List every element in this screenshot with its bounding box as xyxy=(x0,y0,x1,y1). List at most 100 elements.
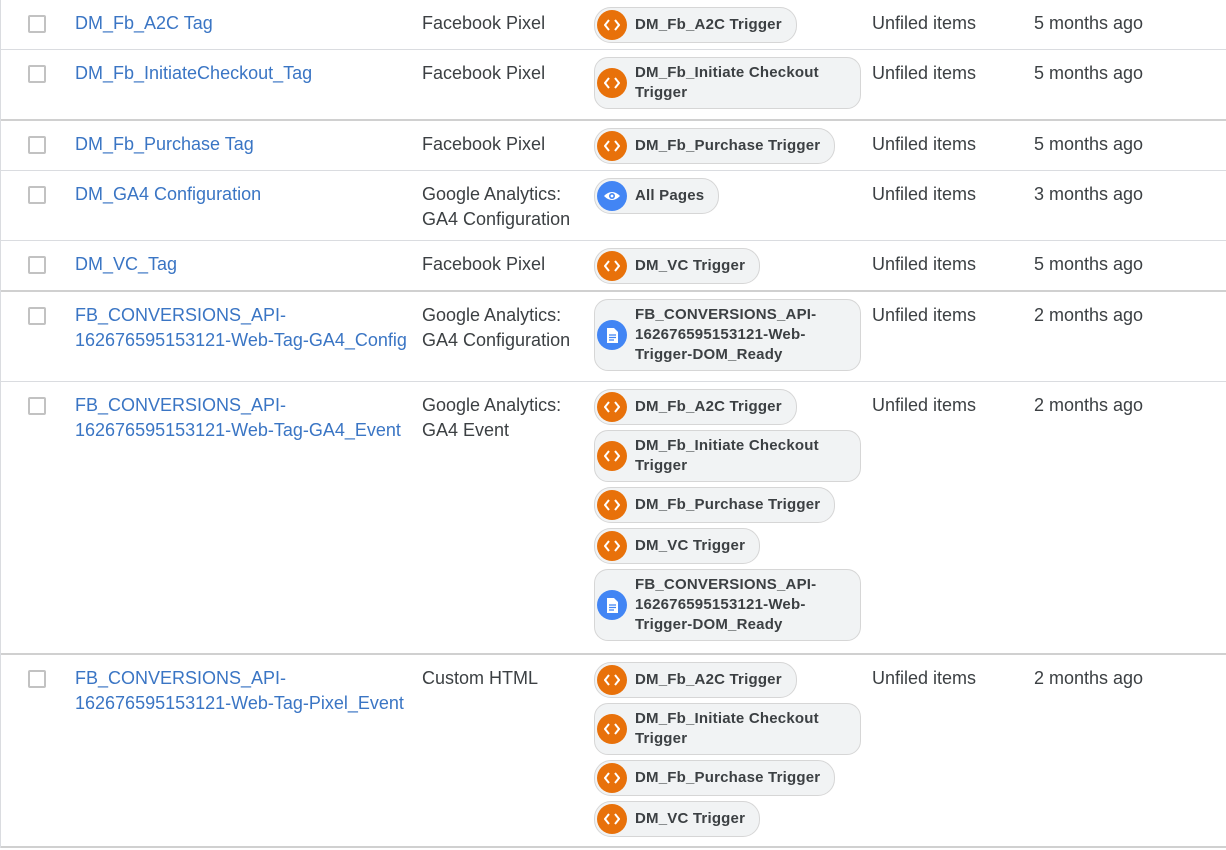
firing-triggers: DM_VC Trigger xyxy=(594,248,864,289)
last-edited: 3 months ago xyxy=(1034,184,1144,204)
firing-triggers: DM_Fb_A2C Trigger DM_Fb_Initiate Checkou… xyxy=(594,389,864,646)
last-edited: 5 months ago xyxy=(1034,63,1144,83)
trigger-label: DM_Fb_Initiate Checkout Trigger xyxy=(635,437,819,474)
tag-name-link[interactable]: DM_Fb_Purchase Tag xyxy=(75,132,415,157)
tag-name-link[interactable]: FB_CONVERSIONS_API-162676595153121-Web-T… xyxy=(75,393,415,443)
last-edited: 2 months ago xyxy=(1034,668,1144,688)
trigger-chip[interactable]: DM_VC Trigger xyxy=(594,248,761,284)
code-icon xyxy=(597,763,627,793)
table-row: DM_GA4 Configuration Google Analytics: G… xyxy=(1,171,1226,241)
trigger-chip[interactable]: DM_VC Trigger xyxy=(594,801,761,837)
code-icon xyxy=(597,531,627,561)
trigger-label: DM_VC Trigger xyxy=(635,537,746,554)
table-row: FB_CONVERSIONS_API-162676595153121-Web-T… xyxy=(1,292,1226,382)
trigger-label: DM_VC Trigger xyxy=(635,810,746,827)
last-edited: 2 months ago xyxy=(1034,305,1144,325)
firing-triggers: DM_Fb_A2C Trigger DM_Fb_Initiate Checkou… xyxy=(594,662,864,842)
code-icon xyxy=(597,392,627,422)
last-edited: 2 months ago xyxy=(1034,395,1144,415)
trigger-label: DM_Fb_Purchase Trigger xyxy=(635,137,821,154)
trigger-label: FB_CONVERSIONS_API-162676595153121-Web-T… xyxy=(635,576,817,633)
trigger-label: DM_Fb_Initiate Checkout Trigger xyxy=(635,710,819,747)
row-checkbox[interactable] xyxy=(28,256,46,274)
folder-label: Unfiled items xyxy=(872,184,977,204)
trigger-label: DM_Fb_Purchase Trigger xyxy=(635,769,821,786)
table-row: FB_CONVERSIONS_API-162676595153121-Web-T… xyxy=(1,655,1226,848)
trigger-label: DM_Fb_A2C Trigger xyxy=(635,16,782,33)
tag-type: Google Analytics: GA4 Configuration xyxy=(422,305,571,350)
code-icon xyxy=(597,441,627,471)
trigger-chip[interactable]: FB_CONVERSIONS_API-162676595153121-Web-T… xyxy=(594,569,861,641)
trigger-chip[interactable]: DM_Fb_Purchase Trigger xyxy=(594,760,836,796)
table-row: DM_VC_Tag Facebook Pixel DM_VC Trigger U… xyxy=(1,241,1226,292)
tag-name-link[interactable]: FB_CONVERSIONS_API-162676595153121-Web-T… xyxy=(75,666,415,716)
trigger-label: FB_CONVERSIONS_API-162676595153121-Web-T… xyxy=(635,306,817,363)
code-icon xyxy=(597,665,627,695)
folder-label: Unfiled items xyxy=(872,13,977,33)
firing-triggers: FB_CONVERSIONS_API-162676595153121-Web-T… xyxy=(594,299,864,376)
trigger-chip[interactable]: DM_Fb_Initiate Checkout Trigger xyxy=(594,430,861,482)
row-checkbox[interactable] xyxy=(28,397,46,415)
code-icon xyxy=(597,68,627,98)
trigger-label: All Pages xyxy=(635,187,705,204)
folder-label: Unfiled items xyxy=(872,63,977,83)
code-icon xyxy=(597,131,627,161)
tag-name-link[interactable]: FB_CONVERSIONS_API-162676595153121-Web-T… xyxy=(75,303,415,353)
table-row: DM_Fb_A2C Tag Facebook Pixel DM_Fb_A2C T… xyxy=(1,0,1226,50)
table-row: DM_Fb_Purchase Tag Facebook Pixel DM_Fb_… xyxy=(1,121,1226,171)
folder-label: Unfiled items xyxy=(872,305,977,325)
folder-label: Unfiled items xyxy=(872,395,977,415)
trigger-chip[interactable]: DM_VC Trigger xyxy=(594,528,761,564)
trigger-chip[interactable]: DM_Fb_Initiate Checkout Trigger xyxy=(594,57,861,109)
trigger-chip[interactable]: DM_Fb_Purchase Trigger xyxy=(594,487,836,523)
firing-triggers: DM_Fb_A2C Trigger xyxy=(594,7,864,48)
row-checkbox[interactable] xyxy=(28,65,46,83)
tag-name-link[interactable]: DM_Fb_InitiateCheckout_Tag xyxy=(75,61,415,86)
code-icon xyxy=(597,10,627,40)
folder-label: Unfiled items xyxy=(872,254,977,274)
last-edited: 5 months ago xyxy=(1034,134,1144,154)
trigger-label: DM_VC Trigger xyxy=(635,257,746,274)
table-row: DM_Fb_InitiateCheckout_Tag Facebook Pixe… xyxy=(1,50,1226,121)
trigger-chip[interactable]: FB_CONVERSIONS_API-162676595153121-Web-T… xyxy=(594,299,861,371)
tag-type: Custom HTML xyxy=(422,668,539,688)
trigger-label: DM_Fb_A2C Trigger xyxy=(635,398,782,415)
code-icon xyxy=(597,714,627,744)
trigger-label: DM_Fb_Purchase Trigger xyxy=(635,496,821,513)
document-icon xyxy=(597,590,627,620)
trigger-chip[interactable]: DM_Fb_Initiate Checkout Trigger xyxy=(594,703,861,755)
table-row: FB_CONVERSIONS_API-162676595153121-Web-T… xyxy=(1,382,1226,655)
code-icon xyxy=(597,490,627,520)
trigger-chip[interactable]: All Pages xyxy=(594,178,720,214)
tag-name-link[interactable]: DM_Fb_A2C Tag xyxy=(75,11,415,36)
trigger-label: DM_Fb_A2C Trigger xyxy=(635,671,782,688)
firing-triggers: DM_Fb_Purchase Trigger xyxy=(594,128,864,169)
trigger-chip[interactable]: DM_Fb_A2C Trigger xyxy=(594,7,797,43)
row-checkbox[interactable] xyxy=(28,307,46,325)
trigger-chip[interactable]: DM_Fb_Purchase Trigger xyxy=(594,128,836,164)
row-checkbox[interactable] xyxy=(28,186,46,204)
tag-name-link[interactable]: DM_GA4 Configuration xyxy=(75,182,415,207)
trigger-chip[interactable]: DM_Fb_A2C Trigger xyxy=(594,389,797,425)
tag-type: Facebook Pixel xyxy=(422,134,546,154)
tag-name-link[interactable]: DM_VC_Tag xyxy=(75,252,415,277)
tag-type: Facebook Pixel xyxy=(422,63,546,83)
row-checkbox[interactable] xyxy=(28,670,46,688)
tags-table: DM_Fb_A2C Tag Facebook Pixel DM_Fb_A2C T… xyxy=(0,0,1226,848)
last-edited: 5 months ago xyxy=(1034,254,1144,274)
row-checkbox[interactable] xyxy=(28,136,46,154)
row-checkbox[interactable] xyxy=(28,15,46,33)
folder-label: Unfiled items xyxy=(872,134,977,154)
trigger-chip[interactable]: DM_Fb_A2C Trigger xyxy=(594,662,797,698)
tag-type: Facebook Pixel xyxy=(422,13,546,33)
code-icon xyxy=(597,251,627,281)
tag-type: Google Analytics: GA4 Event xyxy=(422,395,562,440)
last-edited: 5 months ago xyxy=(1034,13,1144,33)
firing-triggers: DM_Fb_Initiate Checkout Trigger xyxy=(594,57,864,114)
document-icon xyxy=(597,320,627,350)
code-icon xyxy=(597,804,627,834)
tag-type: Facebook Pixel xyxy=(422,254,546,274)
folder-label: Unfiled items xyxy=(872,668,977,688)
firing-triggers: All Pages xyxy=(594,178,864,219)
trigger-label: DM_Fb_Initiate Checkout Trigger xyxy=(635,64,819,101)
